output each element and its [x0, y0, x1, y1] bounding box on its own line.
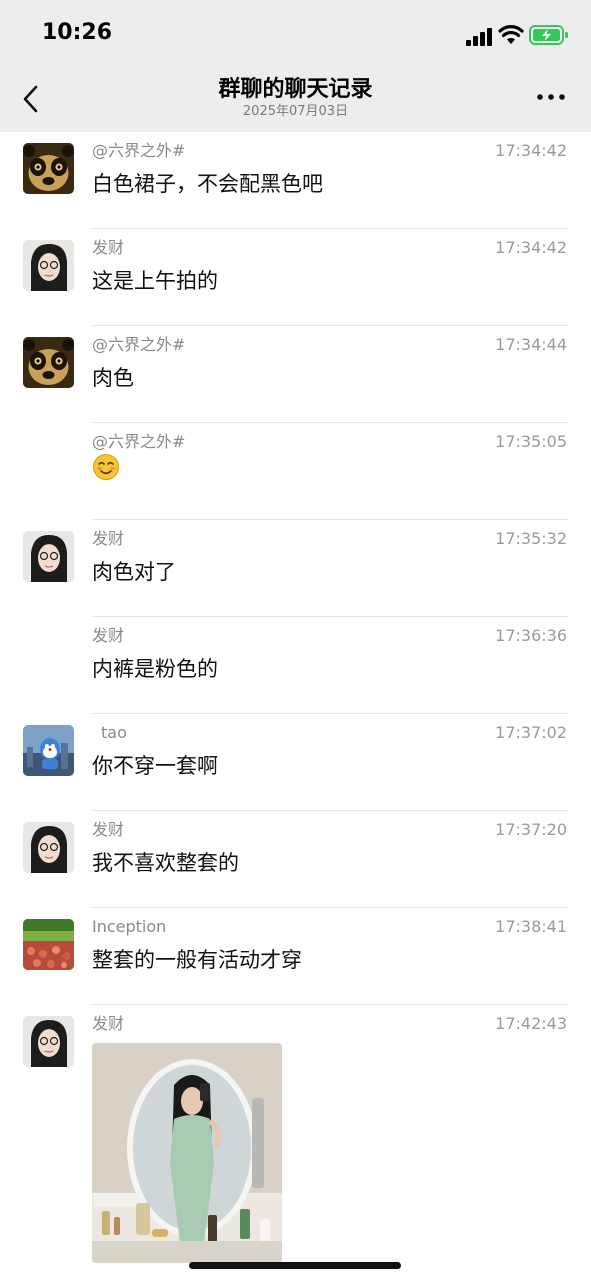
page-title: 群聊的聊天记录: [218, 77, 373, 102]
message-text[interactable]: 内裤是粉色的: [92, 655, 218, 683]
message-text[interactable]: 我不喜欢整套的: [92, 849, 239, 877]
message-text[interactable]: 白色裙子，不会配黑色吧: [92, 170, 323, 198]
wifi-icon: [498, 25, 524, 44]
message-time: 17:35:32: [495, 529, 567, 548]
message-time: 17:35:05: [495, 432, 567, 451]
home-indicator[interactable]: [189, 1262, 401, 1269]
sender-name: 发财: [92, 238, 125, 257]
message-time: 17:34:42: [495, 238, 567, 257]
avatar[interactable]: [23, 1016, 74, 1067]
battery-charging-icon: [529, 25, 568, 45]
message-time: 17:34:44: [495, 335, 567, 354]
mirror-selfie-photo[interactable]: [92, 1043, 282, 1263]
robot-avatar-icon: [23, 725, 74, 776]
avatar[interactable]: [23, 919, 74, 970]
message-time: 17:37:02: [495, 723, 567, 742]
message-text[interactable]: 你不穿一套啊: [92, 752, 218, 780]
message-text[interactable]: 肉色: [92, 364, 134, 392]
back-chevron-icon[interactable]: [20, 84, 44, 114]
girl-avatar-icon: [23, 1016, 74, 1067]
avatar[interactable]: [23, 531, 74, 582]
sender-name: @六界之外#: [92, 432, 186, 451]
landscape-avatar-icon: [23, 919, 74, 970]
page-subtitle-date: 2025年07月03日: [242, 104, 349, 119]
top-bar: 10:26 群聊的聊天记录 2025年07月03日: [0, 0, 591, 132]
message-time: 17:37:20: [495, 820, 567, 839]
list-item: Inception 17:38:41 整套的一般有活动才穿: [0, 908, 591, 1005]
avatar[interactable]: [23, 337, 74, 388]
girl-avatar-icon: [23, 531, 74, 582]
list-item: @六界之外# 17:34:42 白色裙子，不会配黑色吧: [0, 132, 591, 229]
list-item: 发财 17:34:42 这是上午拍的: [0, 229, 591, 326]
sender-name: tao: [101, 723, 127, 742]
photo-image: [92, 1043, 282, 1263]
sender-name: 发财: [92, 820, 125, 839]
girl-avatar-icon: [23, 822, 74, 873]
message-time: 17:34:42: [495, 141, 567, 160]
avatar[interactable]: [23, 725, 74, 776]
cellular-signal-icon: [466, 28, 492, 46]
sender-name: @六界之外#: [92, 335, 186, 354]
message-text[interactable]: 整套的一般有活动才穿: [92, 946, 302, 974]
message-text[interactable]: 这是上午拍的: [92, 267, 218, 295]
message-time: 17:42:43: [495, 1014, 567, 1033]
list-item: 发财 17:35:32 肉色对了: [0, 520, 591, 617]
list-item: 发财 17:42:43: [0, 1005, 591, 1280]
list-item: @六界之外# 17:34:44 肉色: [0, 326, 591, 423]
panda-avatar-icon: [23, 337, 74, 388]
panda-avatar-icon: [23, 143, 74, 194]
girl-avatar-icon: [23, 240, 74, 291]
avatar[interactable]: [23, 143, 74, 194]
message-time: 17:38:41: [495, 917, 567, 936]
sender-name: 发财: [92, 1014, 125, 1033]
list-item: 发财 17:36:36 内裤是粉色的: [0, 617, 591, 714]
chat-title-block: 群聊的聊天记录 2025年07月03日: [140, 76, 451, 120]
smile-emoji-icon[interactable]: [92, 453, 120, 481]
message-text[interactable]: 肉色对了: [92, 558, 176, 586]
sender-name: Inception: [92, 917, 167, 936]
list-item: @六界之外# 17:35:05: [0, 423, 591, 520]
sender-name: @六界之外#: [92, 141, 186, 160]
message-time: 17:36:36: [495, 626, 567, 645]
status-time: 10:26: [42, 20, 113, 45]
more-options-icon[interactable]: [535, 92, 567, 102]
sender-name: 发财: [92, 626, 125, 645]
avatar[interactable]: [23, 822, 74, 873]
message-list[interactable]: @六界之外# 17:34:42 白色裙子，不会配黑色吧 发财 17:34:42 …: [0, 132, 591, 1280]
avatar[interactable]: [23, 240, 74, 291]
list-item: 发财 17:37:20 我不喜欢整套的: [0, 811, 591, 908]
list-item: tao 17:37:02 你不穿一套啊: [0, 714, 591, 811]
sender-name: 发财: [92, 529, 125, 548]
